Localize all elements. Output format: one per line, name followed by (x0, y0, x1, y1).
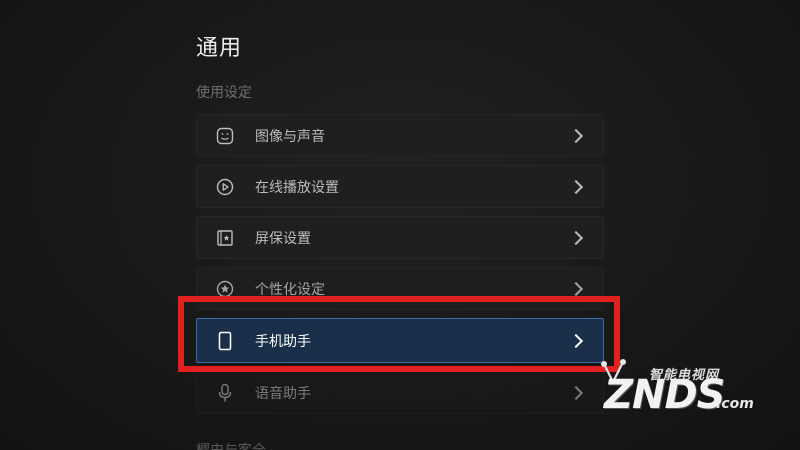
chevron-right-icon (568, 179, 584, 194)
watermark-domain: .com (716, 396, 754, 412)
menu-item-label: 手机助手 (255, 333, 311, 350)
settings-menu: 图像与声音 在线播放设置 屏保设置 个性化设定 手机助手 语音助手 (196, 114, 604, 422)
menu-item-screensaver[interactable]: 屏保设置 (196, 216, 604, 259)
chevron-right-icon (568, 385, 584, 400)
menu-item-personalization[interactable]: 个性化设定 (196, 267, 604, 310)
znds-watermark: 智能电视网 ZNDS .com (592, 358, 792, 426)
star-badge-icon (215, 279, 235, 299)
chevron-right-icon (568, 333, 584, 348)
section-label-next: 樱史与客全 (196, 440, 266, 450)
menu-item-label: 在线播放设置 (255, 179, 339, 196)
settings-screen: 通用 使用设定 图像与声音 在线播放设置 屏保设置 个性化设定 手机助手 语音助… (0, 0, 800, 450)
microphone-icon (215, 383, 235, 403)
menu-item-picture-sound[interactable]: 图像与声音 (196, 114, 604, 157)
watermark-brand: ZNDS (604, 372, 725, 418)
menu-item-online-playback[interactable]: 在线播放设置 (196, 165, 604, 208)
menu-item-label: 语音助手 (255, 385, 311, 402)
menu-item-voice-assistant[interactable]: 语音助手 (196, 371, 604, 414)
play-circle-icon (215, 177, 235, 197)
menu-item-label: 个性化设定 (255, 281, 325, 298)
menu-item-phone-assistant[interactable]: 手机助手 (196, 318, 604, 363)
chevron-right-icon (568, 128, 584, 143)
menu-item-label: 图像与声音 (255, 128, 325, 145)
chevron-right-icon (568, 230, 584, 245)
phone-icon (215, 331, 235, 351)
menu-item-label: 屏保设置 (255, 230, 311, 247)
page-title: 通用 (196, 36, 243, 61)
picture-sound-icon (215, 126, 235, 146)
section-label-usage: 使用设定 (196, 85, 252, 101)
screensaver-icon (215, 228, 235, 248)
chevron-right-icon (568, 281, 584, 296)
